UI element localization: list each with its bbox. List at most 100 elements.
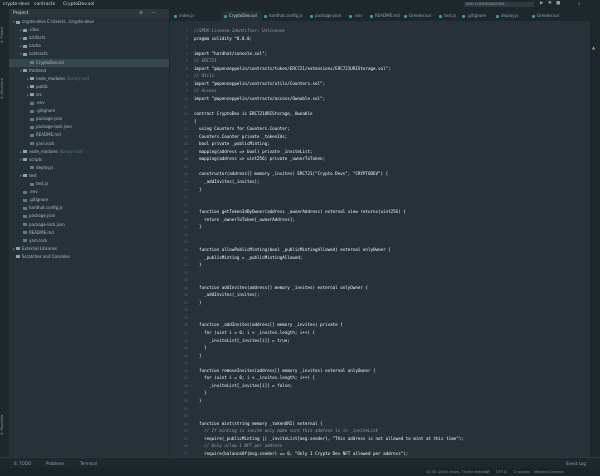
tree-item-label: src (36, 91, 42, 97)
tree-file[interactable]: README.md (9, 229, 169, 237)
tree-item-label: node_modules (29, 148, 59, 154)
tree-file[interactable]: yarn.lock (9, 140, 169, 148)
editor-tab[interactable]: Greeter.sol (530, 11, 568, 21)
code-line[interactable]: } (194, 261, 202, 269)
code-line[interactable]: return _ownerToToken[_ownerAddress]; (194, 216, 295, 224)
tree-file[interactable]: .env (9, 99, 169, 107)
breadcrumb-folder[interactable]: contracts (34, 2, 55, 7)
tree-folder[interactable]: ▾ crypto-devs C:\Users\...\crypto-devs (9, 18, 169, 26)
tree-file[interactable]: package.json (9, 115, 169, 123)
tree-folder[interactable]: ▸ artifacts (9, 34, 169, 42)
tree-folder[interactable]: ▾ contracts (9, 50, 169, 58)
editor-tab[interactable]: .gitignore (460, 11, 494, 21)
tree-file[interactable]: .gitignore (9, 107, 169, 115)
editor-tab[interactable]: Greeter.sol (402, 11, 437, 21)
editor-tab[interactable]: test.js (437, 11, 460, 21)
tree-file[interactable]: test.js (9, 180, 169, 188)
tree-file[interactable]: .gitignore (9, 196, 169, 204)
tree-item-label: test.js (36, 181, 49, 186)
structure-tool-tab[interactable]: 2: Structure (0, 69, 9, 109)
tree-file[interactable]: package-lock.json (9, 221, 169, 229)
editor-tab[interactable]: index.js (172, 11, 222, 21)
tree-folder[interactable]: Scratches and Consoles (9, 253, 169, 261)
code-line[interactable]: _publicMinting = _publicMintingAllowed; (194, 254, 302, 262)
editor-tab[interactable]: README.md (368, 11, 402, 21)
tab-label: Greeter.sol (537, 13, 559, 18)
tree-file[interactable]: deploy.js (9, 164, 169, 172)
tree-folder[interactable]: ▸ node_modules library root (9, 75, 169, 83)
file-icon (23, 206, 27, 210)
tree-folder[interactable]: ▸ src (9, 91, 169, 99)
tree-folder[interactable]: ▸ .idea (9, 26, 169, 34)
breadcrumb-file[interactable]: CryptoDev.sol (63, 2, 94, 7)
tree-folder[interactable]: ▾ scripts (9, 156, 169, 164)
tree-file[interactable]: yarn.lock (9, 237, 169, 245)
indent-setting[interactable]: 2 spaces (514, 470, 530, 474)
editor-tab-bar: index.js CryptoDev.sol hardhat.config.js pa… (170, 9, 600, 22)
tree-folder[interactable]: ▸ External Libraries (9, 245, 169, 253)
tree-item-label: README.md (29, 229, 54, 235)
tree-item-label: .env (29, 189, 38, 195)
run-configuration-select[interactable]: ADD CONFIGURATION... (464, 2, 534, 7)
tree-folder[interactable]: ▸ public (9, 83, 169, 91)
code-line[interactable]: _inviteList[_invites[i]] = true; (194, 337, 290, 345)
code-line[interactable]: import "@openzeppelin/contracts/token/ER… (194, 65, 391, 73)
tree-file[interactable]: hardhat.config.js (9, 204, 169, 212)
tree-file[interactable]: .env (9, 188, 169, 196)
theme-name[interactable]: Material Oceanic (534, 470, 564, 474)
search-icon[interactable]: ⌕ (578, 1, 581, 7)
warning-icon[interactable]: ▲ (592, 45, 595, 50)
tree-file[interactable]: package-lock.json (9, 123, 169, 131)
project-tool-tab[interactable]: 1: Project (0, 15, 9, 55)
terminal-tool-button[interactable]: Terminal (80, 461, 97, 466)
code-line[interactable]: _inviteList[_invites[i]] = false; (194, 382, 292, 390)
tree-item-label: package.json (36, 116, 63, 122)
tab-label: .env (354, 13, 363, 18)
editor-tab[interactable]: package.json (308, 11, 347, 21)
file-icon (23, 214, 27, 218)
tree-file[interactable]: CryptoDev.sol (9, 58, 169, 67)
todo-tool-button[interactable]: 6: TODO (14, 461, 31, 466)
problems-tool-button[interactable]: Problems (46, 461, 64, 466)
tree-item-label: public (36, 83, 49, 89)
file-icon (30, 101, 34, 105)
favorites-tool-tab[interactable]: 2: Favorites (0, 405, 9, 445)
editor-tab[interactable]: deploy.js (494, 11, 530, 21)
file-encoding[interactable]: UTF-8 (496, 470, 506, 474)
code-line[interactable]: } (194, 186, 202, 194)
tree-item-label: .gitignore (29, 197, 49, 203)
editor-tab[interactable]: hardhat.config.js (262, 11, 308, 21)
run-icon[interactable]: ▶ (540, 1, 543, 6)
code-line[interactable]: _addInvites(_invites); (194, 178, 259, 186)
tree-folder[interactable]: ▸ cache (9, 42, 169, 50)
tree-folder[interactable]: ▸ node_modules library root (9, 148, 169, 156)
code-line[interactable]: } (194, 397, 202, 405)
file-type-icon (496, 14, 499, 18)
event-log-button[interactable]: Event Log (566, 461, 586, 466)
tree-file[interactable]: package.json (9, 212, 169, 220)
tree-folder[interactable]: ▾ test (9, 172, 169, 180)
code-line[interactable]: _addInvites(_invites); (194, 291, 259, 299)
code-line[interactable]: } (194, 352, 202, 360)
folder-icon (23, 36, 27, 40)
debug-icon[interactable]: ✱ (548, 1, 552, 6)
code-line[interactable]: } (194, 223, 202, 231)
tree-folder[interactable]: ▾ frontend (9, 67, 169, 75)
code-line[interactable]: import "@openzeppelin/contracts/access/O… (194, 95, 325, 103)
code-line[interactable]: contract CryptoDev is ERC721URIStorage, … (194, 110, 313, 118)
caret-position[interactable]: 42:55 (2454 chars, 74 line breaks) (426, 470, 488, 474)
breadcrumb-project[interactable]: crypto-devs (3, 2, 30, 7)
tree-item-hint: library root (67, 75, 90, 81)
code-line[interactable]: } (194, 299, 202, 307)
line-separator[interactable]: LF (486, 470, 490, 474)
gear-icon[interactable]: ⚙ (139, 11, 143, 16)
tree-file[interactable]: README.md (9, 131, 169, 139)
code-editor[interactable]: //SPDX-License-Identifier: Unlicense prag… (190, 21, 590, 471)
editor-tab[interactable]: .env (347, 11, 368, 21)
stop-icon[interactable]: ■ (556, 1, 560, 6)
minimize-icon[interactable]: — (151, 11, 156, 16)
project-panel-title[interactable]: Project (13, 11, 28, 16)
code-line[interactable]: mapping(address => uint256) private _own… (194, 155, 325, 163)
code-line[interactable]: pragma solidity ^0.8.0; (194, 35, 252, 43)
file-type-icon (349, 14, 352, 18)
